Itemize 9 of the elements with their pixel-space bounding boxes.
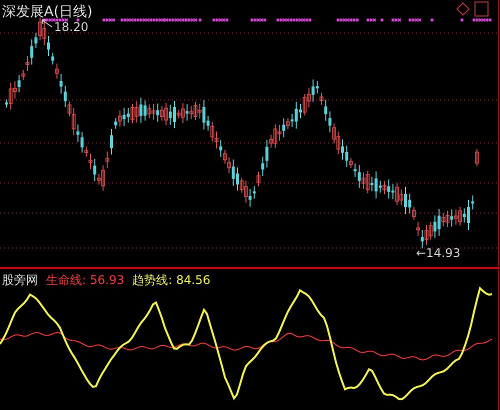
indicator-reading: 生命线: 56.93 xyxy=(46,272,124,289)
diamond-icon[interactable] xyxy=(456,2,470,16)
high-price-label: 18.20 xyxy=(54,20,88,34)
arrow-icon xyxy=(42,20,52,28)
chart-title: 深发展A(日线) xyxy=(2,3,93,21)
indicator-reading: 趋势线: 84.56 xyxy=(132,272,210,289)
panel-toggle-icon[interactable] xyxy=(474,2,488,16)
low-price-label: ←14.93 xyxy=(416,246,460,260)
indicator-name: 股旁网 xyxy=(2,272,38,289)
